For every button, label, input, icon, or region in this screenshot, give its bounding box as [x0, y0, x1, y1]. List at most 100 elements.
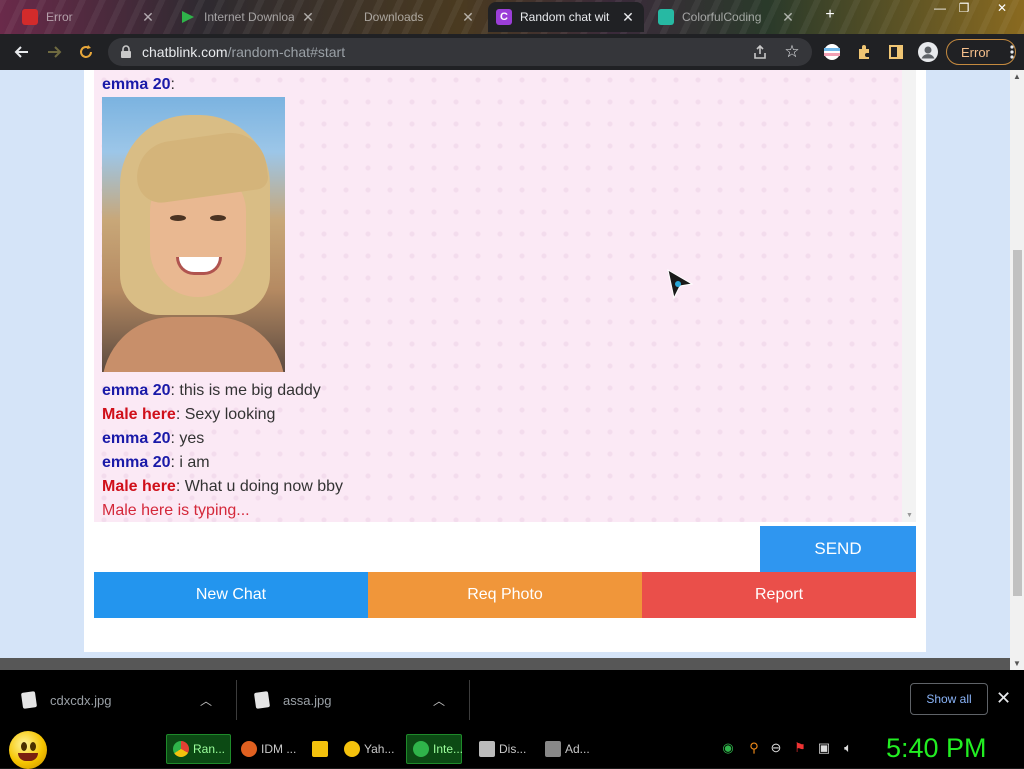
chevron-up-icon[interactable]: ︿: [200, 692, 212, 709]
mouse-cursor-icon: [666, 268, 696, 305]
chat-log[interactable]: emma 20: emma 20: this is me big daddy M…: [94, 70, 902, 522]
show-all-button[interactable]: Show all: [910, 683, 988, 715]
start-button-smiley-icon[interactable]: [9, 731, 47, 769]
taskbar-app-yahoo[interactable]: Yah...: [338, 734, 402, 764]
tab-downloads[interactable]: Downloads ✕: [332, 2, 484, 32]
report-button[interactable]: Report: [642, 572, 916, 618]
send-button[interactable]: SEND: [760, 526, 916, 572]
chat-message: emma 20: this is me big daddy: [102, 382, 321, 400]
taskbar-app-chrome[interactable]: Ran...: [166, 734, 231, 764]
message-input[interactable]: [94, 526, 760, 572]
yahoo-messenger-icon: [344, 741, 360, 757]
nickname[interactable]: Male here: [102, 406, 176, 423]
download-item[interactable]: cdxcdx.jpg ︿: [20, 670, 212, 730]
nickname[interactable]: emma 20: [102, 382, 171, 399]
taskbar-app-internet[interactable]: Inte...: [406, 734, 464, 764]
tab-random-chat[interactable]: C Random chat wit ✕: [488, 2, 644, 32]
forward-arrow-icon[interactable]: [42, 40, 66, 64]
reload-icon[interactable]: [74, 40, 98, 64]
bookmark-star-icon[interactable]: ☆: [780, 40, 804, 64]
terminal-icon: [545, 741, 561, 757]
taskbar-app-label: Ad...: [565, 742, 590, 756]
minimize-icon[interactable]: —: [928, 0, 952, 16]
tab-error[interactable]: Error ✕: [14, 2, 164, 32]
nickname[interactable]: Male here: [102, 478, 176, 495]
tab-label: Random chat wit: [520, 10, 610, 24]
firefox-icon: [241, 741, 257, 757]
request-photo-button[interactable]: Req Photo: [368, 572, 642, 618]
chatblink-favicon-icon: C: [496, 9, 512, 25]
chevron-up-icon[interactable]: ︿: [433, 692, 445, 709]
close-icon[interactable]: ✕: [140, 9, 156, 25]
network-tray-icon[interactable]: ◉: [720, 740, 736, 756]
divider: [236, 680, 237, 720]
download-filename[interactable]: assa.jpg: [283, 693, 433, 708]
chat-message: emma 20: i am: [102, 454, 210, 472]
chat-message: emma 20: yes: [102, 430, 204, 448]
scroll-down-arrow-icon[interactable]: ▼: [906, 512, 913, 519]
close-icon[interactable]: ✕: [460, 9, 476, 25]
message-text: : What u doing now bby: [175, 478, 344, 495]
page-footer-strip: [0, 658, 1010, 670]
new-chat-button[interactable]: New Chat: [94, 572, 368, 618]
close-icon[interactable]: ✕: [780, 9, 796, 25]
taskbar-app-label: IDM ...: [261, 742, 297, 756]
download-filename[interactable]: cdxcdx.jpg: [50, 693, 200, 708]
scroll-up-arrow-icon[interactable]: ▲: [1013, 72, 1021, 81]
taskbar-app-label: Dis...: [499, 742, 527, 756]
message-text: : yes: [170, 430, 205, 447]
page-scrollbar[interactable]: ▲ ▼: [1010, 70, 1024, 670]
side-panel-icon[interactable]: [884, 40, 908, 64]
flag-icon[interactable]: ⚑: [792, 740, 808, 756]
lock-icon[interactable]: [120, 45, 132, 59]
error-favicon-icon: [22, 9, 38, 25]
tab-label: Downloads: [364, 10, 424, 24]
extension-flag-icon[interactable]: [820, 40, 844, 64]
nickname[interactable]: emma 20: [102, 454, 171, 471]
profile-avatar-icon[interactable]: [916, 40, 940, 64]
page-viewport: emma 20: emma 20: this is me big daddy M…: [0, 70, 1010, 658]
back-arrow-icon[interactable]: [10, 40, 34, 64]
typing-indicator: Male here is typing...: [102, 502, 250, 519]
message-text: : this is me big daddy: [170, 382, 321, 399]
share-icon[interactable]: [748, 40, 772, 64]
browser-menu-icon[interactable]: [1004, 40, 1020, 64]
idm-favicon-icon: [180, 9, 196, 25]
scrollbar-thumb[interactable]: [1013, 250, 1022, 596]
close-window-icon[interactable]: ✕: [990, 0, 1014, 16]
close-icon[interactable]: ✕: [620, 9, 636, 25]
chat-message: emma 20:: [102, 76, 175, 94]
network-globe-icon: [413, 741, 429, 757]
restore-icon[interactable]: ❐: [952, 0, 976, 16]
taskbar-app-disk[interactable]: Dis...: [473, 734, 537, 764]
shared-photo[interactable]: [102, 97, 285, 372]
nickname[interactable]: emma 20: [102, 430, 171, 447]
taskbar-app-admin[interactable]: Ad...: [539, 734, 601, 764]
address-bar[interactable]: chatblink.com/random-chat#start: [108, 38, 812, 66]
download-favicon-icon: [340, 9, 356, 25]
tab-colorful-coding[interactable]: ColorfulCoding ✕: [650, 2, 804, 32]
taskbar-app-label: Yah...: [364, 742, 395, 756]
taskbar-app-folder[interactable]: [306, 734, 336, 764]
nickname[interactable]: emma 20: [102, 76, 171, 93]
url-text[interactable]: chatblink.com/random-chat#start: [142, 44, 345, 60]
tab-label: Error: [46, 10, 73, 24]
volume-icon[interactable]: 🔈︎: [840, 740, 856, 756]
search-icon[interactable]: ⚲: [746, 740, 762, 756]
network-monitor-icon[interactable]: ▣: [816, 740, 832, 756]
taskbar-app-label: Inte...: [433, 742, 464, 756]
close-icon[interactable]: ✕: [996, 688, 1011, 709]
taskbar-app-idm[interactable]: IDM ...: [235, 734, 303, 764]
message-text: : Sexy looking: [175, 406, 276, 423]
close-icon[interactable]: ✕: [300, 9, 316, 25]
chat-scrollbar[interactable]: ▼: [902, 70, 916, 522]
system-clock[interactable]: 5:40 PM: [886, 733, 987, 764]
new-tab-icon[interactable]: +: [818, 6, 842, 23]
download-item[interactable]: assa.jpg ︿: [253, 670, 445, 730]
extensions-puzzle-icon[interactable]: [852, 40, 876, 64]
minus-circle-icon[interactable]: ⊖: [768, 740, 784, 756]
tab-internet-download-manager[interactable]: Internet Downloa ✕: [172, 2, 324, 32]
scroll-down-arrow-icon[interactable]: ▼: [1013, 659, 1021, 668]
chat-message: Male here: What u doing now bby: [102, 478, 343, 496]
message-separator: :: [170, 76, 175, 93]
